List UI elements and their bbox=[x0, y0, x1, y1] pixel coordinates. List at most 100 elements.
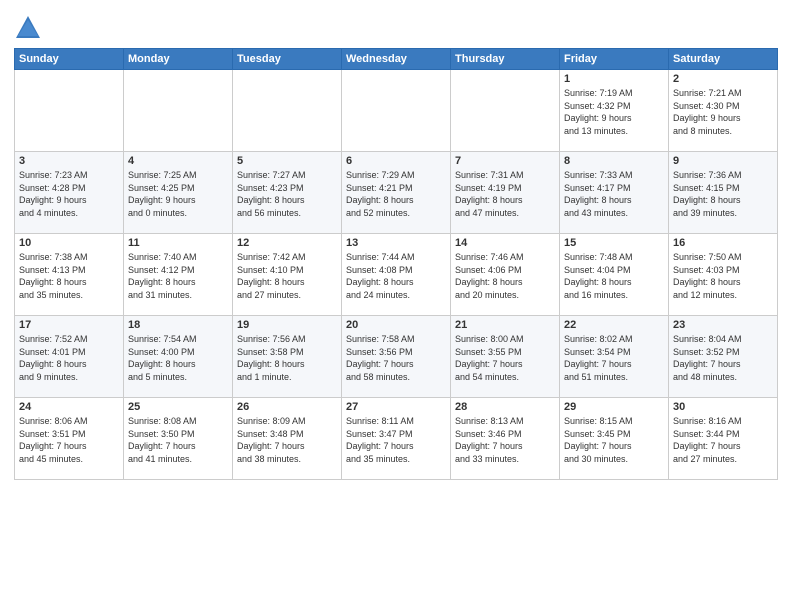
day-info: Sunrise: 8:02 AM Sunset: 3:54 PM Dayligh… bbox=[564, 334, 633, 382]
weekday-header: Saturday bbox=[669, 49, 778, 70]
logo bbox=[14, 14, 46, 42]
day-info: Sunrise: 7:21 AM Sunset: 4:30 PM Dayligh… bbox=[673, 88, 742, 136]
day-number: 30 bbox=[673, 401, 773, 413]
day-info: Sunrise: 7:23 AM Sunset: 4:28 PM Dayligh… bbox=[19, 170, 88, 218]
calendar-cell: 26 Sunrise: 8:09 AM Sunset: 3:48 PM Dayli… bbox=[233, 398, 342, 480]
day-number: 10 bbox=[19, 237, 119, 249]
day-number: 14 bbox=[455, 237, 555, 249]
calendar-cell bbox=[342, 70, 451, 152]
day-info: Sunrise: 7:31 AM Sunset: 4:19 PM Dayligh… bbox=[455, 170, 524, 218]
day-info: Sunrise: 8:11 AM Sunset: 3:47 PM Dayligh… bbox=[346, 416, 414, 464]
day-number: 15 bbox=[564, 237, 664, 249]
calendar-cell: 2 Sunrise: 7:21 AM Sunset: 4:30 PM Daylig… bbox=[669, 70, 778, 152]
day-info: Sunrise: 7:48 AM Sunset: 4:04 PM Dayligh… bbox=[564, 252, 633, 300]
calendar-cell: 9 Sunrise: 7:36 AM Sunset: 4:15 PM Daylig… bbox=[669, 152, 778, 234]
day-number: 9 bbox=[673, 155, 773, 167]
day-number: 3 bbox=[19, 155, 119, 167]
calendar-header-row: SundayMondayTuesdayWednesdayThursdayFrid… bbox=[15, 49, 778, 70]
day-number: 25 bbox=[128, 401, 228, 413]
day-info: Sunrise: 7:29 AM Sunset: 4:21 PM Dayligh… bbox=[346, 170, 415, 218]
day-info: Sunrise: 7:33 AM Sunset: 4:17 PM Dayligh… bbox=[564, 170, 633, 218]
day-number: 8 bbox=[564, 155, 664, 167]
day-info: Sunrise: 8:06 AM Sunset: 3:51 PM Dayligh… bbox=[19, 416, 88, 464]
day-number: 16 bbox=[673, 237, 773, 249]
day-info: Sunrise: 7:40 AM Sunset: 4:12 PM Dayligh… bbox=[128, 252, 197, 300]
calendar-cell: 21 Sunrise: 8:00 AM Sunset: 3:55 PM Dayli… bbox=[451, 316, 560, 398]
weekday-header: Friday bbox=[560, 49, 669, 70]
calendar-cell: 20 Sunrise: 7:58 AM Sunset: 3:56 PM Dayli… bbox=[342, 316, 451, 398]
calendar-cell: 22 Sunrise: 8:02 AM Sunset: 3:54 PM Dayli… bbox=[560, 316, 669, 398]
day-number: 6 bbox=[346, 155, 446, 167]
calendar-cell: 5 Sunrise: 7:27 AM Sunset: 4:23 PM Daylig… bbox=[233, 152, 342, 234]
calendar-cell bbox=[451, 70, 560, 152]
weekday-header: Sunday bbox=[15, 49, 124, 70]
calendar-cell: 15 Sunrise: 7:48 AM Sunset: 4:04 PM Dayli… bbox=[560, 234, 669, 316]
day-number: 20 bbox=[346, 319, 446, 331]
weekday-header: Tuesday bbox=[233, 49, 342, 70]
weekday-header: Thursday bbox=[451, 49, 560, 70]
calendar-cell: 12Sunrise: 7:42 AM Sunset: 4:10 PM Dayli… bbox=[233, 234, 342, 316]
day-info: Sunrise: 7:38 AM Sunset: 4:13 PM Dayligh… bbox=[19, 252, 88, 300]
calendar-cell: 1Sunrise: 7:19 AM Sunset: 4:32 PM Daylig… bbox=[560, 70, 669, 152]
day-info: Sunrise: 7:27 AM Sunset: 4:23 PM Dayligh… bbox=[237, 170, 306, 218]
day-info: Sunrise: 8:15 AM Sunset: 3:45 PM Dayligh… bbox=[564, 416, 633, 464]
day-number: 17 bbox=[19, 319, 119, 331]
calendar-cell: 28 Sunrise: 8:13 AM Sunset: 3:46 PM Dayli… bbox=[451, 398, 560, 480]
day-info: Sunrise: 7:58 AM Sunset: 3:56 PM Dayligh… bbox=[346, 334, 415, 382]
page: SundayMondayTuesdayWednesdayThursdayFrid… bbox=[0, 0, 792, 612]
day-number: 18 bbox=[128, 319, 228, 331]
day-number: 21 bbox=[455, 319, 555, 331]
day-info: Sunrise: 7:52 AM Sunset: 4:01 PM Dayligh… bbox=[19, 334, 88, 382]
day-number: 29 bbox=[564, 401, 664, 413]
day-number: 12 bbox=[237, 237, 337, 249]
calendar-week-row: 24 Sunrise: 8:06 AM Sunset: 3:51 PM Dayli… bbox=[15, 398, 778, 480]
day-info: Sunrise: 7:19 AM Sunset: 4:32 PM Dayligh… bbox=[564, 88, 633, 136]
calendar-cell: 19 Sunrise: 7:56 AM Sunset: 3:58 PM Dayli… bbox=[233, 316, 342, 398]
day-number: 5 bbox=[237, 155, 337, 167]
calendar-cell bbox=[15, 70, 124, 152]
calendar-cell: 18 Sunrise: 7:54 AM Sunset: 4:00 PM Dayli… bbox=[124, 316, 233, 398]
day-info: Sunrise: 7:44 AM Sunset: 4:08 PM Dayligh… bbox=[346, 252, 415, 300]
day-info: Sunrise: 7:46 AM Sunset: 4:06 PM Dayligh… bbox=[455, 252, 524, 300]
day-number: 26 bbox=[237, 401, 337, 413]
day-number: 24 bbox=[19, 401, 119, 413]
day-number: 4 bbox=[128, 155, 228, 167]
calendar-cell bbox=[124, 70, 233, 152]
day-info: Sunrise: 7:50 AM Sunset: 4:03 PM Dayligh… bbox=[673, 252, 742, 300]
day-number: 13 bbox=[346, 237, 446, 249]
day-info: Sunrise: 8:16 AM Sunset: 3:44 PM Dayligh… bbox=[673, 416, 742, 464]
day-info: Sunrise: 7:36 AM Sunset: 4:15 PM Dayligh… bbox=[673, 170, 742, 218]
day-number: 28 bbox=[455, 401, 555, 413]
calendar-cell: 13 Sunrise: 7:44 AM Sunset: 4:08 PM Dayli… bbox=[342, 234, 451, 316]
calendar-cell: 24 Sunrise: 8:06 AM Sunset: 3:51 PM Dayli… bbox=[15, 398, 124, 480]
day-info: Sunrise: 7:56 AM Sunset: 3:58 PM Dayligh… bbox=[237, 334, 306, 382]
header bbox=[14, 10, 778, 42]
calendar-cell: 30 Sunrise: 8:16 AM Sunset: 3:44 PM Dayli… bbox=[669, 398, 778, 480]
calendar-cell: 23 Sunrise: 8:04 AM Sunset: 3:52 PM Dayli… bbox=[669, 316, 778, 398]
day-number: 7 bbox=[455, 155, 555, 167]
weekday-header: Monday bbox=[124, 49, 233, 70]
day-number: 2 bbox=[673, 73, 773, 85]
day-info: Sunrise: 8:00 AM Sunset: 3:55 PM Dayligh… bbox=[455, 334, 524, 382]
calendar-cell: 14 Sunrise: 7:46 AM Sunset: 4:06 PM Dayli… bbox=[451, 234, 560, 316]
day-info: Sunrise: 8:08 AM Sunset: 3:50 PM Dayligh… bbox=[128, 416, 197, 464]
day-number: 22 bbox=[564, 319, 664, 331]
day-info: Sunrise: 8:09 AM Sunset: 3:48 PM Dayligh… bbox=[237, 416, 306, 464]
calendar-cell: 4Sunrise: 7:25 AM Sunset: 4:25 PM Daylig… bbox=[124, 152, 233, 234]
day-info: Sunrise: 7:54 AM Sunset: 4:00 PM Dayligh… bbox=[128, 334, 197, 382]
weekday-header: Wednesday bbox=[342, 49, 451, 70]
day-info: Sunrise: 8:04 AM Sunset: 3:52 PM Dayligh… bbox=[673, 334, 742, 382]
day-number: 11 bbox=[128, 237, 228, 249]
calendar-cell: 25 Sunrise: 8:08 AM Sunset: 3:50 PM Dayli… bbox=[124, 398, 233, 480]
calendar-cell: 17 Sunrise: 7:52 AM Sunset: 4:01 PM Dayli… bbox=[15, 316, 124, 398]
calendar-cell: 11 Sunrise: 7:40 AM Sunset: 4:12 PM Dayli… bbox=[124, 234, 233, 316]
calendar-cell: 27 Sunrise: 8:11 AM Sunset: 3:47 PM Dayli… bbox=[342, 398, 451, 480]
day-number: 27 bbox=[346, 401, 446, 413]
day-number: 23 bbox=[673, 319, 773, 331]
day-number: 19 bbox=[237, 319, 337, 331]
calendar-cell: 29 Sunrise: 8:15 AM Sunset: 3:45 PM Dayli… bbox=[560, 398, 669, 480]
day-info: Sunrise: 8:13 AM Sunset: 3:46 PM Dayligh… bbox=[455, 416, 524, 464]
calendar-cell: 8 Sunrise: 7:33 AM Sunset: 4:17 PM Daylig… bbox=[560, 152, 669, 234]
calendar-week-row: 1Sunrise: 7:19 AM Sunset: 4:32 PM Daylig… bbox=[15, 70, 778, 152]
calendar-week-row: 10 Sunrise: 7:38 AM Sunset: 4:13 PM Dayli… bbox=[15, 234, 778, 316]
